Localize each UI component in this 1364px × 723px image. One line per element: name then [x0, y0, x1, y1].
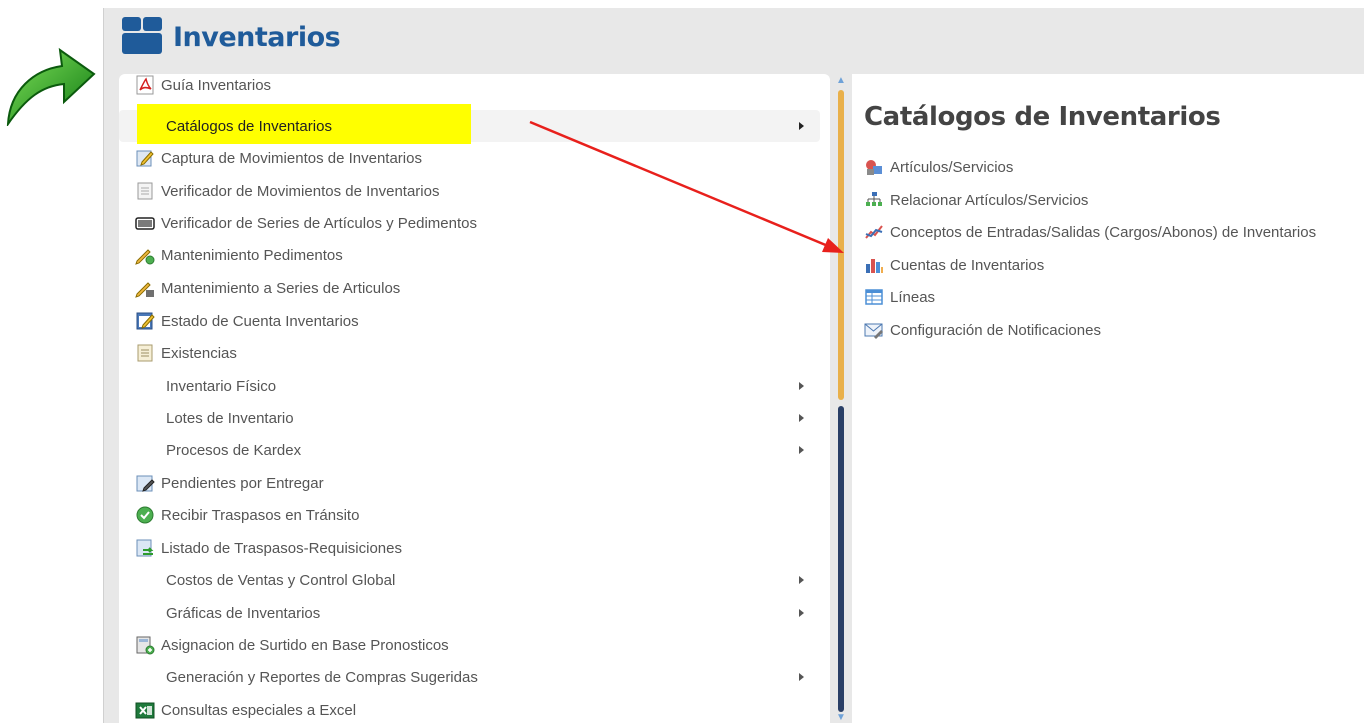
- submenu-item-label: Artículos/Servicios: [890, 158, 1014, 176]
- submenu-item-articulos[interactable]: Artículos/Servicios: [864, 156, 1013, 178]
- menu-item-label: Recibir Traspasos en Tránsito: [161, 506, 360, 524]
- menu-scrollbar[interactable]: ▲ ▼: [835, 76, 847, 723]
- chevron-right-icon: [799, 673, 804, 681]
- menu-item-label: Verificador de Movimientos de Inventario…: [161, 182, 440, 200]
- boxes-icon: [866, 160, 882, 175]
- inventarios-panel: Inventarios Guía Inventarios Catálogos d…: [103, 8, 1364, 723]
- check-circle-icon: [136, 506, 154, 524]
- scroll-up-icon[interactable]: ▲: [836, 76, 846, 86]
- menu-item-label: Inventario Físico: [166, 377, 277, 395]
- menu-item-label: Pendientes por Entregar: [161, 474, 324, 492]
- menu-item-listado-traspasos[interactable]: Listado de Traspasos-Requisiciones: [119, 532, 820, 564]
- menu-item-label: Mantenimiento Pedimentos: [161, 246, 343, 264]
- chevron-right-icon: [799, 576, 804, 584]
- submenu-item-relacionar[interactable]: Relacionar Artículos/Servicios: [864, 189, 1088, 211]
- submenu-item-label: Cuentas de Inventarios: [890, 256, 1045, 274]
- module-menu: Guía Inventarios Catálogos de Inventario…: [119, 74, 830, 723]
- menu-item-consultas-excel[interactable]: Consultas especiales a Excel: [119, 694, 820, 723]
- submenu-heading: Catálogos de Inventarios: [864, 102, 1221, 132]
- panel-header: Inventarios: [104, 8, 1364, 74]
- scrollbar-thumb[interactable]: [838, 90, 844, 400]
- menu-item-label: Listado de Traspasos-Requisiciones: [161, 539, 402, 557]
- chevron-right-icon: [799, 382, 804, 390]
- menu-item-label: Verificador de Series de Artículos y Ped…: [161, 214, 477, 232]
- menu-item-label: Existencias: [161, 344, 237, 362]
- document-pen-icon: [136, 475, 155, 492]
- chevron-right-icon: [799, 414, 804, 422]
- chevron-right-icon: [799, 609, 804, 617]
- scrollbar-track[interactable]: [838, 406, 844, 712]
- submenu-item-cuentas[interactable]: Cuentas de Inventarios: [864, 254, 1044, 276]
- excel-icon: [135, 702, 155, 719]
- barcode-icon: [135, 217, 155, 230]
- menu-item-label: Procesos de Kardex: [166, 441, 302, 459]
- menu-item-label: Estado de Cuenta Inventarios: [161, 312, 359, 330]
- catalog-submenu-panel: Catálogos de Inventarios Artículos/Servi…: [852, 74, 1364, 723]
- menu-item-label: Asignacion de Surtido en Base Pronostico…: [161, 636, 449, 654]
- submenu-item-notificaciones[interactable]: Configuración de Notificaciones: [864, 319, 1101, 341]
- line-chart-icon: [865, 225, 883, 239]
- notepad-pencil-icon: [136, 312, 155, 330]
- edit-document-icon: [136, 150, 154, 167]
- submenu-item-lineas[interactable]: Líneas: [864, 286, 935, 308]
- submenu-item-label: Configuración de Notificaciones: [890, 321, 1101, 339]
- menu-item-label: Lotes de Inventario: [166, 409, 294, 427]
- chevron-right-icon: [799, 122, 804, 130]
- menu-item-label: Costos de Ventas y Control Global: [166, 571, 396, 589]
- menu-item-existencias[interactable]: Existencias: [119, 337, 820, 369]
- menu-item-estado-cuenta[interactable]: Estado de Cuenta Inventarios: [119, 305, 820, 337]
- menu-item-pendientes[interactable]: Pendientes por Entregar: [119, 467, 820, 499]
- pencil-gear-icon: [135, 249, 155, 265]
- submenu-item-conceptos[interactable]: Conceptos de Entradas/Salidas (Cargos/Ab…: [864, 221, 1316, 243]
- menu-item-asignacion-surtido[interactable]: Asignacion de Surtido en Base Pronostico…: [119, 629, 820, 661]
- submenu-item-label: Conceptos de Entradas/Salidas (Cargos/Ab…: [890, 223, 1317, 241]
- menu-item-captura-movimientos[interactable]: Captura de Movimientos de Inventarios: [119, 142, 820, 174]
- submenu-item-label: Líneas: [890, 288, 936, 306]
- menu-item-verificador-movimientos[interactable]: Verificador de Movimientos de Inventario…: [119, 175, 820, 207]
- menu-item-label: Mantenimiento a Series de Articulos: [161, 279, 401, 297]
- document-icon: [137, 182, 153, 200]
- menu-item-compras-sugeridas[interactable]: Generación y Reportes de Compras Sugerid…: [119, 661, 820, 693]
- hierarchy-icon: [866, 192, 882, 206]
- menu-item-inventario-fisico[interactable]: Inventario Físico: [119, 370, 820, 402]
- menu-item-kardex[interactable]: Procesos de Kardex: [119, 434, 820, 466]
- bar-chart-icon: [866, 259, 883, 273]
- document-transfer-icon: [136, 539, 154, 557]
- pdf-icon: [136, 75, 154, 95]
- menu-item-label: Consultas especiales a Excel: [161, 701, 357, 719]
- submenu-item-label: Relacionar Artículos/Servicios: [890, 191, 1089, 209]
- table-icon: [865, 289, 883, 305]
- menu-item-recibir-traspasos[interactable]: Recibir Traspasos en Tránsito: [119, 499, 820, 531]
- box-icon: [122, 17, 162, 54]
- menu-item-mantenimiento-series[interactable]: Mantenimiento a Series de Articulos: [119, 272, 820, 304]
- calculator-add-icon: [136, 636, 155, 655]
- menu-item-label: Captura de Movimientos de Inventarios: [161, 149, 422, 167]
- page-title: Inventarios: [173, 22, 341, 53]
- menu-item-mantenimiento-pedimentos[interactable]: Mantenimiento Pedimentos: [119, 239, 820, 271]
- green-arrow-annotation-icon: [6, 47, 96, 126]
- menu-item-guia[interactable]: Guía Inventarios: [119, 74, 820, 101]
- menu-item-catalogos[interactable]: Catálogos de Inventarios: [119, 104, 820, 144]
- menu-item-lotes[interactable]: Lotes de Inventario: [119, 402, 820, 434]
- notes-icon: [137, 344, 153, 362]
- menu-item-label: Catálogos de Inventarios: [166, 117, 332, 135]
- menu-item-label: Generación y Reportes de Compras Sugerid…: [166, 668, 478, 686]
- menu-item-label: Guía Inventarios: [161, 76, 272, 94]
- menu-item-verificador-series[interactable]: Verificador de Series de Artículos y Ped…: [119, 207, 820, 239]
- mail-settings-icon: [864, 323, 883, 339]
- menu-item-graficas[interactable]: Gráficas de Inventarios: [119, 597, 820, 629]
- menu-item-costos-ventas[interactable]: Costos de Ventas y Control Global: [119, 564, 820, 596]
- menu-item-label: Gráficas de Inventarios: [166, 604, 321, 622]
- pencil-barcode-icon: [135, 282, 154, 298]
- scroll-down-icon[interactable]: ▼: [836, 713, 846, 723]
- chevron-right-icon: [799, 446, 804, 454]
